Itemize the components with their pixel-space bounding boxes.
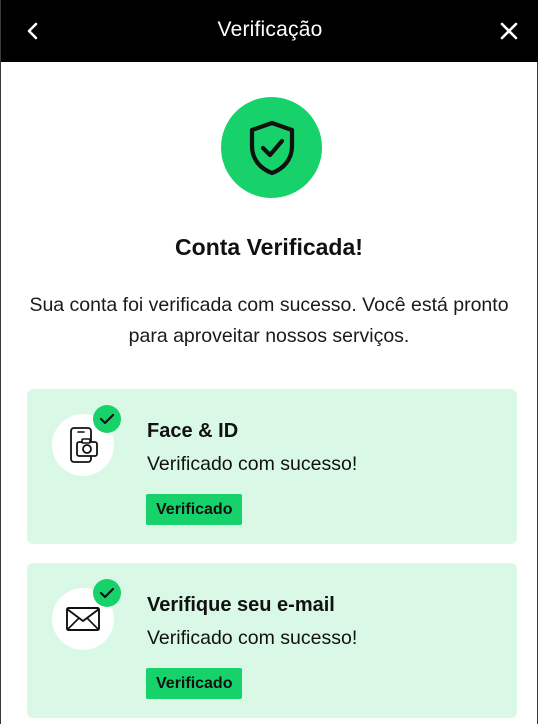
card-status-text: Verificado com sucesso!	[147, 627, 358, 649]
success-headline: Conta Verificada!	[175, 234, 363, 260]
card-title: Face & ID	[147, 420, 239, 442]
header-bar: Verificação	[1, 0, 538, 62]
phone-camera-icon	[70, 427, 98, 463]
shield-check-icon	[249, 120, 294, 175]
face-id-card: Face & ID Verificado com sucesso! Verifi…	[27, 389, 517, 544]
status-badge: Verificado	[146, 668, 243, 699]
status-badge: Verificado	[146, 494, 243, 525]
email-verification-card: Verifique seu e-mail Verificado com suce…	[27, 563, 517, 718]
card-title: Verifique seu e-mail	[147, 594, 335, 616]
close-icon	[500, 22, 518, 40]
verified-check-badge	[93, 579, 121, 607]
card-status-text: Verificado com sucesso!	[147, 453, 358, 475]
verified-check-badge	[93, 405, 121, 433]
verified-shield-badge	[221, 97, 322, 198]
page-title: Verificação	[217, 18, 323, 41]
check-icon	[99, 587, 115, 599]
success-description: Sua conta foi verificada com sucesso. Vo…	[29, 294, 509, 347]
check-icon	[99, 413, 115, 425]
verification-screen: Verificação Conta Verificada! Sua conta …	[0, 0, 538, 724]
close-button[interactable]	[495, 17, 523, 45]
envelope-icon	[66, 607, 100, 631]
